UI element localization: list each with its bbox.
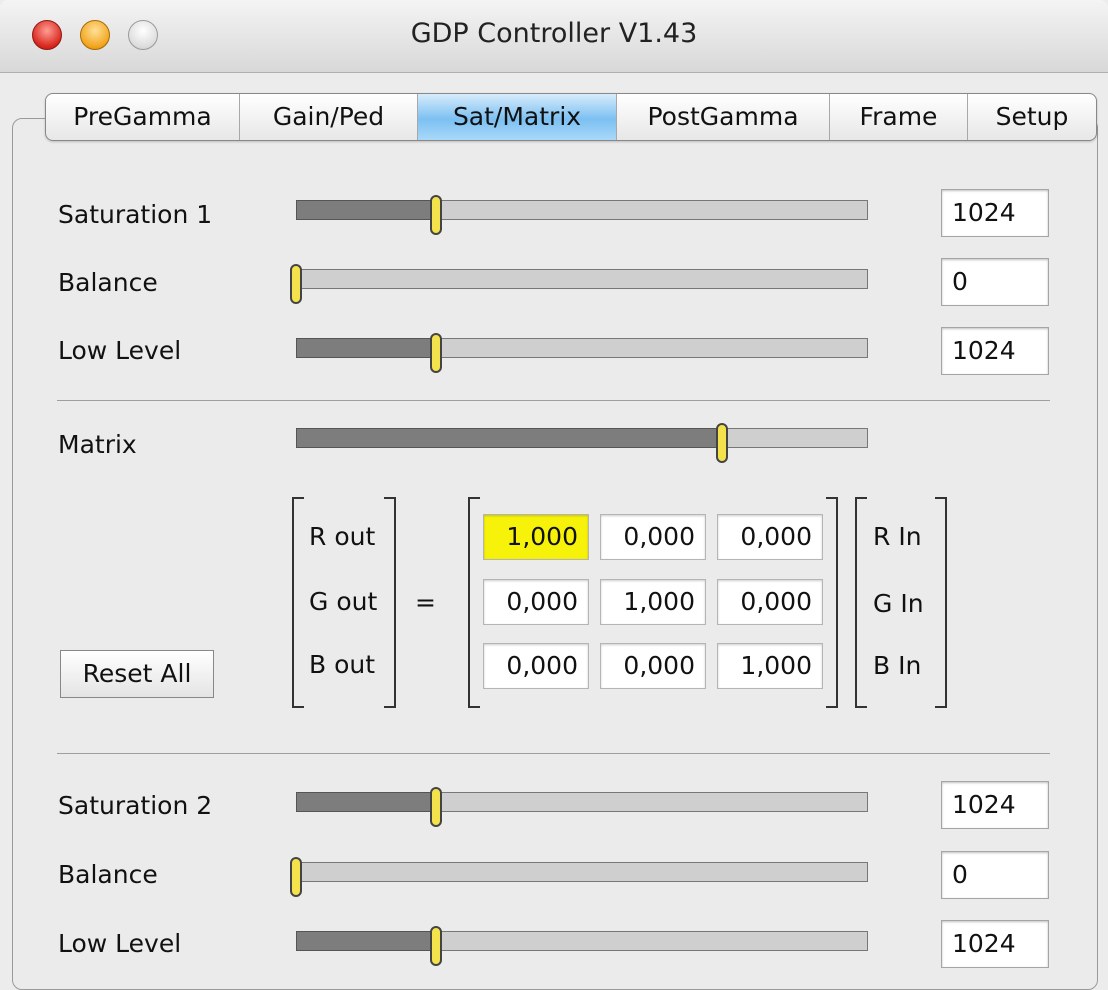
saturation-2-value-field[interactable]: 1024 [941, 781, 1049, 829]
matrix-cell-b-r[interactable]: 0,000 [483, 643, 589, 689]
tab-frame[interactable]: Frame [830, 94, 968, 140]
saturation-2-label: Saturation 2 [58, 791, 213, 820]
low-level-2-label: Low Level [58, 929, 182, 958]
low-level-1-label: Low Level [58, 336, 182, 365]
slider-fill [296, 931, 436, 951]
balance-2-label: Balance [58, 860, 158, 889]
balance-2-value-field[interactable]: 0 [941, 851, 1049, 899]
matrix-cell-b-g[interactable]: 0,000 [600, 643, 706, 689]
matrix-label: Matrix [58, 430, 137, 459]
low-level-1-value-field[interactable]: 1024 [941, 327, 1049, 375]
matrix-cell-r-r[interactable]: 1,000 [483, 514, 589, 560]
matrix-cell-b-b[interactable]: 1,000 [717, 643, 823, 689]
b-out-label: B out [309, 650, 376, 679]
output-bracket-left [292, 497, 304, 708]
low-level-2-value-field[interactable]: 1024 [941, 920, 1049, 968]
g-in-label: G In [873, 589, 924, 618]
tab-postgamma[interactable]: PostGamma [617, 94, 830, 140]
slider-thumb[interactable] [430, 926, 442, 966]
matrix-bracket-right [826, 497, 838, 708]
g-out-label: G out [309, 587, 378, 616]
r-in-label: R In [873, 522, 922, 551]
matrix-cell-r-g[interactable]: 0,000 [600, 514, 706, 560]
b-in-label: B In [873, 651, 922, 680]
input-bracket-right [935, 497, 947, 708]
tab-bar: PreGamma Gain/Ped Sat/Matrix PostGamma F… [45, 93, 1097, 141]
slider-thumb[interactable] [430, 787, 442, 827]
tab-setup[interactable]: Setup [968, 94, 1096, 140]
slider-thumb[interactable] [290, 857, 302, 897]
input-bracket-left [855, 497, 867, 708]
equals-sign: = [415, 588, 436, 617]
slider-thumb[interactable] [430, 195, 442, 235]
tab-gain-ped[interactable]: Gain/Ped [240, 94, 418, 140]
matrix-bracket-left [468, 497, 480, 708]
balance-1-label: Balance [58, 268, 158, 297]
slider-thumb[interactable] [430, 333, 442, 373]
slider-thumb[interactable] [290, 264, 302, 304]
tab-sat-matrix[interactable]: Sat/Matrix [418, 94, 617, 140]
matrix-cell-g-b[interactable]: 0,000 [717, 579, 823, 625]
saturation-1-value-field[interactable]: 1024 [941, 189, 1049, 237]
matrix-cell-g-g[interactable]: 1,000 [600, 579, 706, 625]
separator [57, 753, 1050, 754]
balance-1-value-field[interactable]: 0 [941, 258, 1049, 306]
tab-pregamma[interactable]: PreGamma [46, 94, 240, 140]
slider-fill [296, 428, 722, 448]
matrix-cell-r-b[interactable]: 0,000 [717, 514, 823, 560]
slider-track [296, 269, 868, 289]
title-bar: GDP Controller V1.43 [0, 0, 1108, 73]
matrix-cell-g-r[interactable]: 0,000 [483, 579, 589, 625]
slider-fill [296, 200, 436, 220]
saturation-1-label: Saturation 1 [58, 200, 213, 229]
separator [57, 400, 1050, 401]
slider-fill [296, 338, 436, 358]
slider-track [296, 862, 868, 882]
r-out-label: R out [309, 522, 376, 551]
reset-all-button[interactable]: Reset All [60, 650, 214, 698]
window-title: GDP Controller V1.43 [410, 18, 698, 49]
slider-fill [296, 792, 436, 812]
slider-thumb[interactable] [716, 423, 728, 463]
output-bracket-right [384, 497, 396, 708]
